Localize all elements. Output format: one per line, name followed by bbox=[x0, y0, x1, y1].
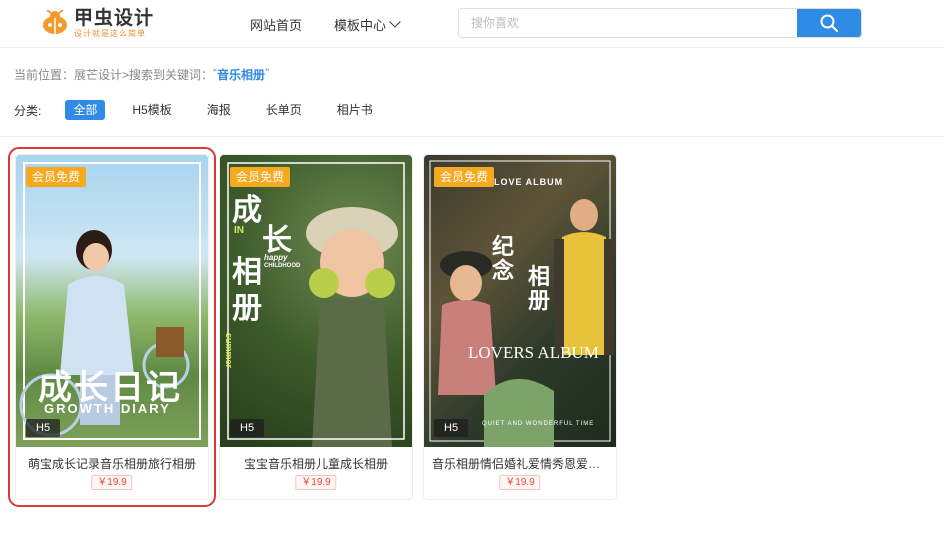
logo-title: 甲虫设计 bbox=[74, 7, 155, 29]
category-chip-all[interactable]: 全部 bbox=[65, 100, 106, 120]
search-bar bbox=[458, 8, 862, 38]
template-price: ￥19.9 bbox=[91, 475, 133, 490]
breadcrumb-site-link[interactable]: 展芒设计 bbox=[74, 66, 122, 83]
template-card[interactable]: 成长日记 GROWTH DIARY 会员免费 H5 萌宝成长记录音乐相册旅行相册… bbox=[8, 147, 216, 507]
category-chip-h5[interactable]: H5模板 bbox=[124, 100, 179, 120]
poster-jinian: 纪念 bbox=[492, 234, 515, 283]
template-title[interactable]: 宝宝音乐相册儿童成长相册 bbox=[220, 455, 412, 472]
poster-happy-text: happy bbox=[264, 253, 288, 262]
template-card[interactable]: LOVE ALBUM 纪念 相册 LOVERS ALBUM QUIET AND … bbox=[423, 154, 617, 500]
search-button[interactable] bbox=[797, 9, 861, 37]
search-icon bbox=[820, 14, 838, 32]
category-chip-photo-book[interactable]: 相片书 bbox=[329, 100, 381, 120]
template-title[interactable]: 音乐相册情侣婚礼爱情秀恩爱表... bbox=[424, 455, 616, 472]
breadcrumb-prefix: 当前位置： bbox=[14, 68, 75, 82]
beetle-logo-icon bbox=[40, 9, 70, 36]
poster-in-text: IN bbox=[234, 225, 244, 236]
breadcrumb-quote-close: ” bbox=[265, 66, 270, 80]
template-price: ￥19.9 bbox=[295, 475, 337, 490]
breadcrumb: 当前位置： 展芒设计 >搜索到关键词： “ 音乐相册 ” bbox=[14, 66, 269, 83]
type-badge: H5 bbox=[434, 419, 469, 437]
template-title[interactable]: 萌宝成长记录音乐相册旅行相册 bbox=[16, 455, 208, 472]
member-free-badge: 会员免费 bbox=[26, 167, 87, 187]
poster-top-text: LOVE ALBUM bbox=[494, 177, 564, 187]
template-thumbnail[interactable]: 成 长 相 册 IN happy CHILDHOOD summer bbox=[220, 155, 412, 447]
member-free-badge: 会员免费 bbox=[230, 167, 291, 187]
member-free-badge: 会员免费 bbox=[434, 167, 495, 187]
poster-lovers-text: LOVERS ALBUM bbox=[468, 343, 599, 362]
search-input[interactable] bbox=[459, 9, 797, 37]
poster-summer-text: summer bbox=[224, 333, 234, 369]
divider bbox=[0, 136, 944, 137]
nav-home-link[interactable]: 网站首页 bbox=[250, 15, 302, 34]
template-thumbnail[interactable]: LOVE ALBUM 纪念 相册 LOVERS ALBUM QUIET AND … bbox=[424, 155, 616, 447]
type-badge: H5 bbox=[26, 419, 61, 437]
top-header: 甲虫设计 设计就是这么简单 网站首页 模板中心 bbox=[0, 0, 944, 48]
poster-xiangce: 相册 bbox=[528, 264, 551, 313]
logo-subtitle: 设计就是这么简单 bbox=[74, 28, 146, 38]
type-badge: H5 bbox=[230, 419, 265, 437]
poster-quiet-text: QUIET AND WONDERFUL TIME bbox=[482, 421, 595, 427]
category-label: 分类: bbox=[14, 103, 42, 118]
nav-templates-label: 模板中心 bbox=[334, 18, 387, 33]
category-chip-long-page[interactable]: 长单页 bbox=[258, 100, 310, 120]
poster-childhood-text: CHILDHOOD bbox=[264, 263, 301, 269]
nav-templates-menu[interactable]: 模板中心 bbox=[334, 15, 401, 34]
poster-subtitle: GROWTH DIARY bbox=[44, 401, 171, 416]
breadcrumb-keyword: 音乐相册 bbox=[217, 68, 266, 82]
chevron-down-icon bbox=[389, 16, 401, 28]
template-thumbnail[interactable]: 成长日记 GROWTH DIARY bbox=[16, 155, 208, 447]
breadcrumb-separator: >搜索到关键词： bbox=[122, 68, 214, 82]
poster-char-4: 册 bbox=[232, 292, 262, 325]
poster-char-1: 成 bbox=[232, 194, 262, 227]
category-filter: 分类: 全部 H5模板 海报 长单页 相片书 bbox=[14, 100, 400, 120]
template-price: ￥19.9 bbox=[499, 475, 541, 490]
category-chip-poster[interactable]: 海报 bbox=[199, 100, 239, 120]
template-card[interactable]: 成 长 相 册 IN happy CHILDHOOD summer 会员免费 H… bbox=[219, 154, 413, 500]
site-logo[interactable]: 甲虫设计 设计就是这么简单 bbox=[40, 8, 170, 38]
